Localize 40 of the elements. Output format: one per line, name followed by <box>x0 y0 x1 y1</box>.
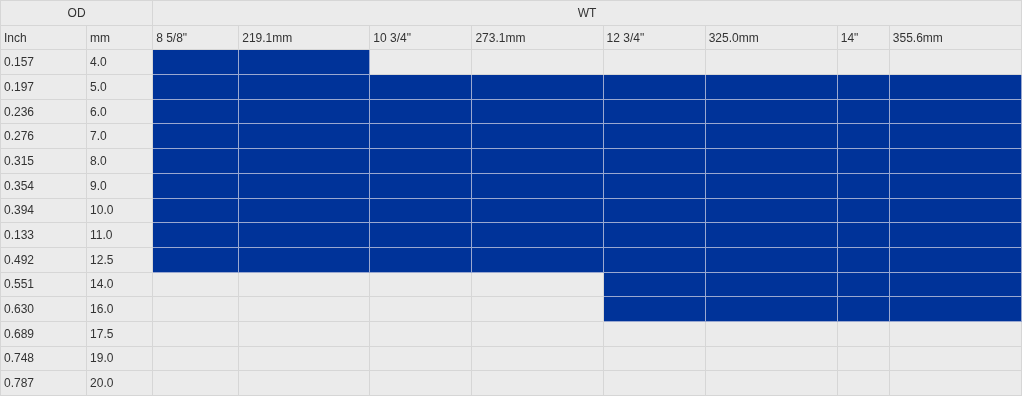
table-cell: 6.0 <box>86 99 153 124</box>
table-cell: 0.354 <box>0 173 87 198</box>
column-header: 10 3/4" <box>369 25 472 50</box>
table-cell: 0.394 <box>0 198 87 223</box>
table-cell: 12.5 <box>86 247 153 273</box>
table-cell: 0.748 <box>0 346 87 371</box>
table-cell: 5.0 <box>86 74 153 100</box>
table-cell: 0.157 <box>0 49 87 75</box>
column-header: mm <box>86 25 153 50</box>
table-cell: 0.492 <box>0 247 87 273</box>
column-header: 14" <box>837 25 890 50</box>
table-cell: 14.0 <box>86 272 153 297</box>
column-header: 8 5/8" <box>152 25 239 50</box>
column-header: 12 3/4" <box>603 25 706 50</box>
table-cell: 4.0 <box>86 49 153 75</box>
table-cell: 7.0 <box>86 123 153 149</box>
column-header: 273.1mm <box>471 25 604 50</box>
table-cell: 0.315 <box>0 148 87 174</box>
table-cell: 0.551 <box>0 272 87 297</box>
table-cell: 0.276 <box>0 123 87 149</box>
column-header: Inch <box>0 25 87 50</box>
table-cell: 19.0 <box>86 346 153 371</box>
table-cell: 10.0 <box>86 198 153 223</box>
column-header: 219.1mm <box>238 25 370 50</box>
table-cell: 0.787 <box>0 370 87 396</box>
table-cell: 20.0 <box>86 370 153 396</box>
table-cell: 11.0 <box>86 222 153 248</box>
table-cell: 0.689 <box>0 321 87 347</box>
column-header: 355.6mm <box>889 25 1022 50</box>
table-cell: 17.5 <box>86 321 153 347</box>
column-header: 325.0mm <box>705 25 838 50</box>
table-cell: 0.236 <box>0 99 87 124</box>
table-cell: 0.630 <box>0 296 87 322</box>
table-cell: 16.0 <box>86 296 153 322</box>
table-cell: 9.0 <box>86 173 153 198</box>
table-cell: 8.0 <box>86 148 153 174</box>
table-cell: 0.197 <box>0 74 87 100</box>
table-cell: 0.133 <box>0 222 87 248</box>
column-group-header: WT <box>152 0 1022 26</box>
column-group-header: OD <box>0 0 153 26</box>
